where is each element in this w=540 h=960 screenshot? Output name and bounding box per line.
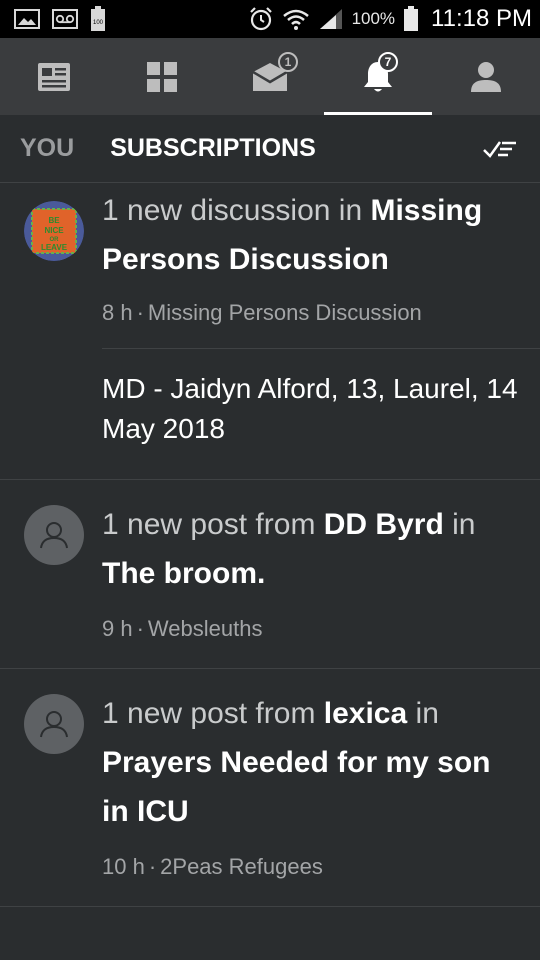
gallery-icon [14, 9, 40, 29]
time-ago: 8 h [102, 300, 133, 325]
tab-inbox[interactable]: 1 [216, 38, 324, 115]
person-outline-icon [40, 522, 68, 549]
thread-name: The broom. [102, 557, 266, 590]
tab-you[interactable]: YOU [20, 134, 74, 163]
tab-profile[interactable] [432, 38, 540, 115]
notification-headline: 1 new discussion in Missing Persons Disc… [102, 186, 522, 284]
battery-icon [404, 6, 419, 31]
tab-news-feed[interactable] [0, 38, 108, 115]
svg-text:BE: BE [48, 216, 60, 225]
subtabs: YOU SUBSCRIPTIONS [0, 115, 540, 183]
source-forum: 2Peas Refugees [160, 854, 323, 879]
battery-full-small-icon: 100 [91, 6, 105, 31]
person-outline-icon [40, 711, 68, 738]
source-forum: Websleuths [147, 616, 263, 641]
headline-prefix: 1 new post from [102, 697, 324, 730]
top-navigation: 1 7 [0, 38, 540, 115]
time-ago: 10 h [102, 854, 145, 879]
inbox-badge: 1 [278, 52, 298, 72]
signal-icon [319, 9, 342, 29]
news-feed-icon [38, 62, 70, 91]
tab-subscriptions[interactable]: SUBSCRIPTIONS [110, 134, 316, 163]
clock: 11:18 PM [431, 5, 532, 32]
profile-icon [471, 61, 501, 92]
user-avatar [24, 505, 84, 565]
notification-meta: 9 h · Websleuths [102, 616, 263, 641]
thread-name: Prayers Needed for my son in ICU [102, 746, 491, 828]
notification-meta: 10 h · 2Peas Refugees [102, 854, 323, 879]
username: lexica [323, 697, 408, 730]
notification-headline: 1 new post from lexica in Prayers Needed… [102, 689, 522, 836]
headline-prefix: 1 new discussion in [102, 194, 371, 227]
wifi-icon [282, 9, 309, 30]
time-ago: 9 h [102, 616, 133, 641]
headline-prefix: 1 new post from [102, 508, 324, 541]
user-avatar [24, 694, 84, 754]
battery-percent: 100% [351, 9, 396, 28]
thread-title[interactable]: MD - Jaidyn Alford, 13, Laurel, 14 May 2… [102, 348, 540, 479]
username: DD Byrd [323, 508, 444, 541]
feed-item[interactable]: 1 new post from lexica in Prayers Needed… [0, 669, 540, 907]
svg-text:LEAVE: LEAVE [41, 243, 68, 252]
mark-all-read-icon[interactable] [482, 137, 518, 161]
headline-in: in [443, 508, 476, 541]
forum-avatar: BE NICE OR LEAVE [24, 201, 84, 261]
grid-icon [147, 61, 177, 92]
tab-notifications[interactable]: 7 [324, 38, 432, 115]
status-bar: 100 100% 11:18 PM [0, 0, 540, 38]
notifications-badge: 7 [378, 52, 398, 72]
notification-meta: 8 h · Missing Persons Discussion [102, 300, 422, 325]
voicemail-icon [52, 9, 78, 29]
feed-item[interactable]: BE NICE OR LEAVE 1 new discussion in Mis… [0, 183, 540, 480]
notification-headline: 1 new post from DD Byrd in The broom. [102, 500, 522, 598]
alarm-icon [249, 7, 272, 31]
tab-forums[interactable] [108, 38, 216, 115]
svg-text:NICE: NICE [44, 226, 64, 235]
feed-item[interactable]: 1 new post from DD Byrd in The broom. 9 … [0, 480, 540, 669]
svg-text:100: 100 [93, 20, 104, 26]
source-forum: Missing Persons Discussion [147, 300, 422, 325]
headline-in: in [407, 697, 439, 730]
